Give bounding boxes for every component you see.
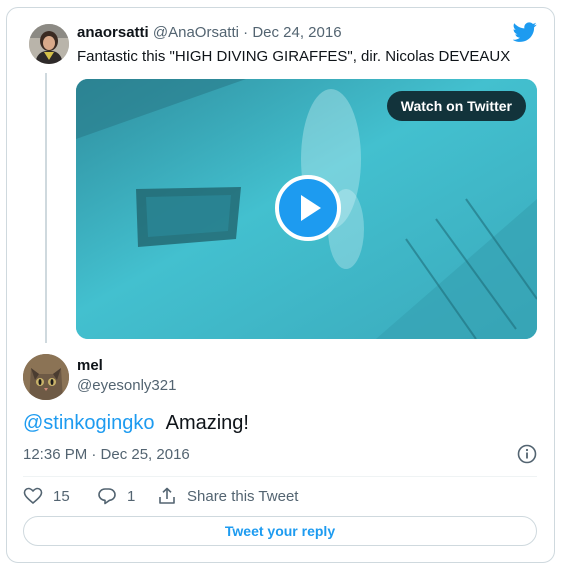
mention-link[interactable]: @stinkogingko (23, 412, 154, 434)
share-label: Share this Tweet (187, 487, 299, 505)
original-tweet-header: anaorsatti @AnaOrsatti · Dec 24, 2016 (77, 24, 342, 41)
profile-photo-mel (23, 354, 69, 400)
divider (23, 476, 537, 477)
display-name[interactable]: mel (77, 357, 103, 374)
user-handle[interactable]: @eyesonly321 (77, 377, 176, 394)
share-button[interactable]: Share this Tweet (157, 486, 298, 506)
tweet-date[interactable]: Dec 24, 2016 (252, 24, 341, 41)
reply-icon (98, 488, 116, 505)
avatar[interactable] (23, 354, 69, 400)
like-count: 15 (53, 487, 70, 505)
twitter-bird-icon[interactable] (513, 20, 537, 44)
separator: · (243, 24, 249, 41)
play-icon (301, 195, 321, 221)
tweet-text: @stinkogingko Amazing! (23, 412, 249, 435)
tweet-your-reply-button[interactable]: Tweet your reply (23, 516, 537, 546)
info-icon[interactable] (517, 444, 537, 464)
heart-icon (23, 487, 43, 505)
like-button[interactable]: 15 (23, 486, 70, 506)
tweet-timestamp[interactable]: 12:36 PM · Dec 25, 2016 (23, 446, 190, 463)
user-handle[interactable]: @AnaOrsatti (153, 24, 239, 41)
tweet-text: Fantastic this "HIGH DIVING GIRAFFES", d… (77, 48, 511, 65)
avatar[interactable] (29, 24, 69, 64)
tweet-body: Amazing! (165, 412, 249, 434)
profile-photo-anaorsatti (29, 24, 69, 64)
watch-on-twitter-button[interactable]: Watch on Twitter (386, 91, 526, 121)
thread-connector (45, 73, 47, 343)
play-button[interactable] (275, 175, 341, 241)
reply-count: 1 (127, 487, 136, 505)
display-name[interactable]: anaorsatti (77, 24, 149, 41)
reply-action-button[interactable]: 1 (97, 486, 135, 506)
video-player[interactable]: Watch on Twitter (76, 79, 537, 339)
share-icon (159, 487, 175, 504)
